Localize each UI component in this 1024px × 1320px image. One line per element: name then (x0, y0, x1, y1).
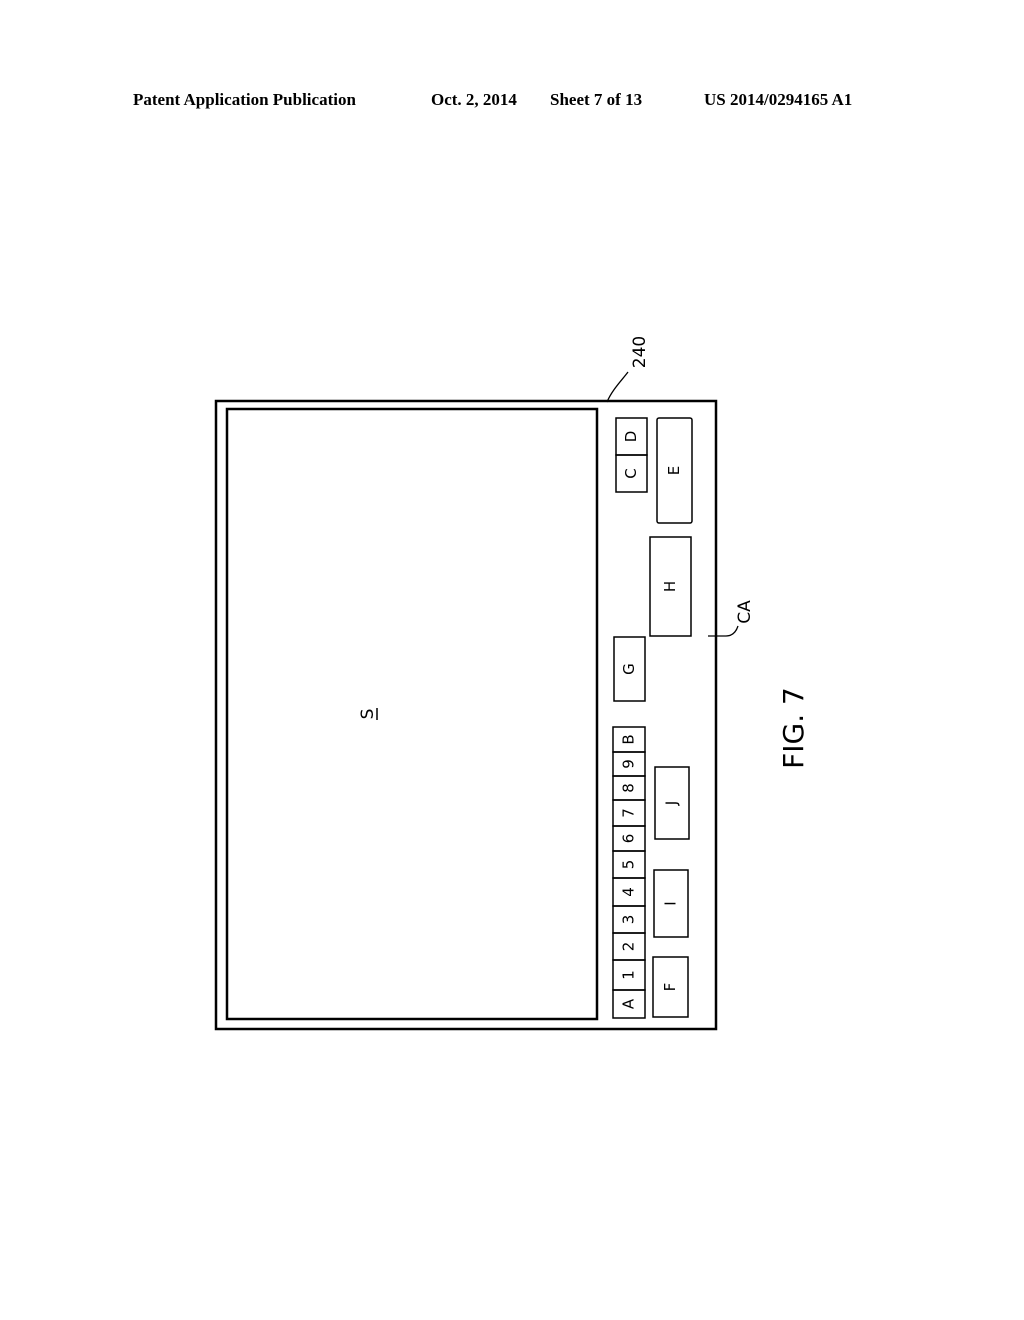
key-j[interactable]: J (654, 766, 690, 840)
strip-key-2[interactable]: 2 (612, 932, 646, 961)
key-f-label: F (661, 983, 679, 992)
strip-key-label: 6 (620, 834, 638, 844)
key-j-label: J (663, 801, 681, 806)
strip-key-label: A (620, 998, 638, 1009)
key-i-label: I (662, 901, 680, 905)
strip-key-4[interactable]: 4 (612, 877, 646, 907)
strip-key-label: 8 (620, 783, 638, 793)
strip-key-8[interactable]: 8 (612, 775, 646, 801)
strip-key-b[interactable]: B (612, 726, 646, 753)
strip-key-5[interactable]: 5 (612, 850, 646, 879)
key-c[interactable]: C (615, 454, 648, 493)
number-key-strip: B 9 8 7 6 5 4 3 2 1 A (612, 726, 646, 1019)
screen-label: S (358, 709, 378, 720)
strip-key-9[interactable]: 9 (612, 751, 646, 777)
screen-area (225, 407, 599, 1021)
strip-key-6[interactable]: 6 (612, 825, 646, 852)
strip-key-label: 3 (620, 915, 638, 925)
key-d-label: D (622, 431, 640, 443)
key-c-label: C (622, 468, 640, 478)
strip-key-label: 1 (620, 970, 638, 980)
device-frame (214, 399, 718, 1031)
key-e-label: E (665, 466, 683, 475)
key-i[interactable]: I (653, 869, 689, 938)
strip-key-label: 2 (620, 942, 638, 952)
strip-key-a[interactable]: A (612, 989, 646, 1019)
key-g[interactable]: G (613, 636, 646, 702)
device-reference: 240 (630, 336, 650, 368)
key-e[interactable]: E (656, 417, 693, 524)
strip-key-1[interactable]: 1 (612, 959, 646, 991)
control-area-reference: CA (735, 600, 755, 624)
strip-key-7[interactable]: 7 (612, 799, 646, 827)
strip-key-label: 9 (620, 759, 638, 769)
key-h-label: H (661, 581, 679, 592)
key-g-label: G (620, 663, 638, 675)
strip-key-label: 5 (620, 860, 638, 870)
key-f[interactable]: F (652, 956, 689, 1018)
patent-drawing: S 240 CA D C E H G J I F B987654321A FIG… (214, 336, 810, 1031)
strip-key-label: 4 (620, 887, 638, 897)
key-h[interactable]: H (649, 536, 692, 637)
control-area-leader-line (708, 625, 739, 637)
strip-key-label: B (620, 734, 638, 744)
device-leader-line (606, 371, 629, 403)
strip-key-label: 7 (620, 808, 638, 818)
key-d[interactable]: D (615, 417, 648, 456)
figure-label: FIG. 7 (777, 687, 810, 769)
strip-key-3[interactable]: 3 (612, 905, 646, 934)
